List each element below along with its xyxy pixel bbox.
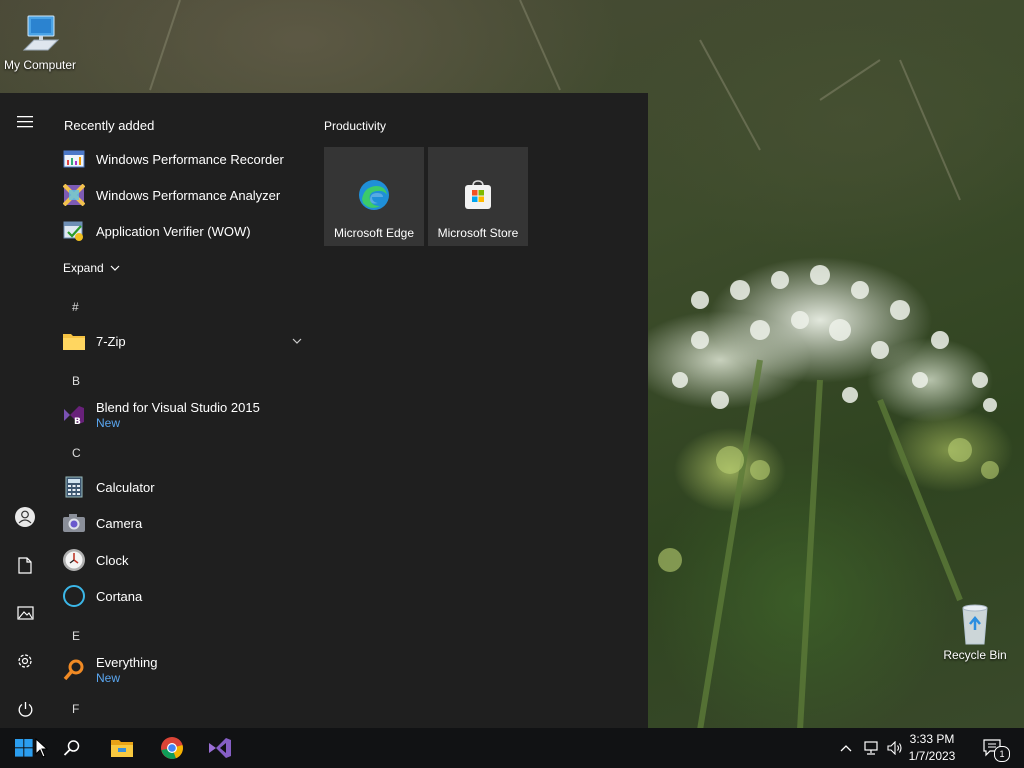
- my-computer-desktop-icon[interactable]: My Computer: [0, 12, 80, 72]
- expand-recent-button[interactable]: Expand: [63, 261, 120, 275]
- hamburger-menu-button[interactable]: [13, 110, 37, 134]
- cortana-icon: [62, 584, 86, 608]
- pictures-button[interactable]: [13, 601, 37, 625]
- computer-icon: [22, 15, 60, 51]
- app-label: Blend for Visual Studio 2015: [96, 400, 260, 415]
- windows-logo-icon: [15, 739, 33, 757]
- notification-count-badge: 1: [994, 746, 1010, 762]
- app-clock[interactable]: Clock: [62, 543, 306, 577]
- pictures-icon: [16, 606, 34, 620]
- app-blend-for-visual-studio[interactable]: B Blend for Visual Studio 2015 New: [62, 397, 306, 433]
- app-label: 7-Zip: [96, 333, 126, 349]
- network-icon: [864, 741, 878, 755]
- mouse-cursor-icon: [35, 738, 49, 758]
- app-calculator[interactable]: Calculator: [62, 470, 306, 504]
- taskbar-visual-studio[interactable]: [196, 728, 244, 768]
- app-label: Calculator: [96, 479, 155, 495]
- recycle-bin-label: Recycle Bin: [943, 648, 1007, 662]
- power-icon: [18, 701, 32, 717]
- app-windows-performance-analyzer[interactable]: Windows Performance Analyzer: [62, 178, 306, 212]
- recycle-bin-desktop-icon[interactable]: Recycle Bin: [935, 602, 1015, 662]
- productivity-group-header[interactable]: Productivity: [324, 119, 386, 133]
- account-button[interactable]: [13, 505, 37, 529]
- app-everything[interactable]: Everything New: [62, 652, 306, 688]
- app-label-block: Everything New: [96, 655, 157, 685]
- recycle-bin-icon: [962, 604, 988, 645]
- app-label: Windows Performance Recorder: [96, 151, 284, 167]
- calculator-icon: [62, 475, 86, 499]
- folder-icon: [62, 329, 86, 353]
- everything-search-icon: [62, 658, 86, 682]
- document-icon: [18, 556, 32, 574]
- tile-microsoft-edge[interactable]: Microsoft Edge: [324, 147, 424, 246]
- app-label: Application Verifier (WOW): [96, 223, 251, 239]
- tile-label: Microsoft Store: [437, 226, 519, 240]
- svg-text:B: B: [74, 417, 81, 426]
- documents-button[interactable]: [13, 553, 37, 577]
- app-camera[interactable]: Camera: [62, 506, 306, 540]
- app-label: Windows Performance Analyzer: [96, 187, 281, 203]
- taskbar-chrome[interactable]: [148, 728, 196, 768]
- app-application-verifier[interactable]: Application Verifier (WOW): [62, 214, 306, 248]
- power-button[interactable]: [13, 697, 37, 721]
- clock-date: 1/7/2023: [908, 749, 956, 763]
- action-center-button[interactable]: 1: [978, 728, 1010, 768]
- expand-label: Expand: [63, 261, 104, 275]
- recently-added-header: Recently added: [64, 118, 155, 133]
- start-left-rail: [0, 93, 50, 728]
- store-icon: [465, 180, 491, 209]
- performance-analyzer-icon: [62, 183, 86, 207]
- letter-header-b[interactable]: B: [72, 374, 80, 388]
- chevron-down-icon[interactable]: [292, 338, 302, 344]
- camera-icon: [62, 511, 86, 535]
- gear-icon: [18, 654, 32, 668]
- letter-header-c[interactable]: C: [72, 446, 81, 460]
- tile-microsoft-store[interactable]: Microsoft Store: [428, 147, 528, 246]
- letter-header-hash[interactable]: #: [72, 300, 79, 314]
- letter-header-e[interactable]: E: [72, 629, 80, 643]
- app-label: Everything: [96, 655, 158, 670]
- application-verifier-icon: [62, 219, 86, 243]
- performance-recorder-icon: [62, 147, 86, 171]
- tile-label: Microsoft Edge: [333, 226, 415, 240]
- new-badge: New: [96, 416, 121, 430]
- app-cortana[interactable]: Cortana: [62, 579, 306, 613]
- letter-header-f[interactable]: F: [72, 702, 79, 716]
- app-list: Recently added Windows Performance Recor…: [50, 93, 308, 728]
- app-label: Cortana: [96, 588, 143, 604]
- show-hidden-icons-button[interactable]: [836, 728, 856, 768]
- new-badge: New: [96, 671, 121, 685]
- settings-button[interactable]: [13, 649, 37, 673]
- start-menu: Recently added Windows Performance Recor…: [0, 93, 648, 728]
- blend-icon: B: [62, 403, 86, 427]
- visual-studio-icon: [209, 738, 231, 758]
- clock-time: 3:33 PM: [909, 732, 955, 746]
- chrome-icon: [161, 737, 183, 759]
- chevron-down-icon: [110, 265, 120, 271]
- my-computer-label: My Computer: [3, 58, 77, 72]
- file-explorer-icon: [111, 740, 133, 757]
- edge-icon: [359, 180, 389, 210]
- app-windows-performance-recorder[interactable]: Windows Performance Recorder: [62, 142, 306, 176]
- taskbar-clock[interactable]: 3:33 PM 1/7/2023: [902, 731, 962, 765]
- hamburger-icon: [17, 116, 33, 128]
- chevron-up-icon: [840, 745, 852, 752]
- app-label: Camera: [96, 515, 143, 531]
- network-tray-button[interactable]: [860, 728, 882, 768]
- clock-icon: [62, 548, 86, 572]
- app-label: Clock: [96, 552, 129, 568]
- search-icon: [63, 740, 80, 756]
- user-avatar-icon: [15, 507, 35, 527]
- search-button[interactable]: [48, 728, 96, 768]
- app-7-zip[interactable]: 7-Zip: [62, 324, 306, 358]
- taskbar: 3:33 PM 1/7/2023 1: [0, 728, 1024, 768]
- app-label-block: Blend for Visual Studio 2015 New: [96, 400, 260, 430]
- taskbar-file-explorer[interactable]: [98, 728, 146, 768]
- speaker-icon: [887, 741, 902, 755]
